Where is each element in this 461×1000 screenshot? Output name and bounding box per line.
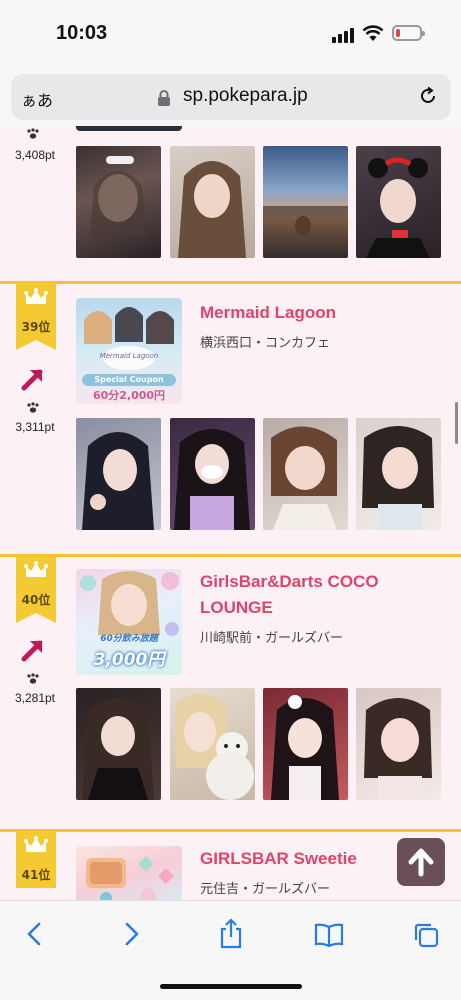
battery-icon	[392, 25, 425, 41]
rank-number: 39位	[21, 320, 51, 334]
list-item[interactable]: 39位 3,311pt Mermaid Lagoon Special Coupo…	[0, 284, 461, 554]
rank-badge: 39位	[16, 284, 56, 350]
list-item[interactable]: 40位 3,281pt 60分飲み放題 3,000円 GirlsBar&Dart…	[0, 557, 461, 827]
cast-photo[interactable]	[170, 146, 255, 258]
cast-photo[interactable]	[76, 418, 161, 530]
shop-area: 元住吉・ガールズバー	[200, 882, 331, 897]
lock-icon	[158, 90, 170, 106]
rank-number: 40位	[21, 593, 51, 607]
list-item[interactable]: 41位 GIRLSBAR Sweetie 元住吉・ガールズバー	[0, 832, 461, 900]
cast-photo[interactable]	[356, 418, 441, 530]
reader-settings-button[interactable]: ぁあ	[21, 87, 53, 111]
bookmarks-icon[interactable]	[314, 923, 344, 947]
shop-name-link[interactable]: GirlsBar&Darts COCO LOUNGE	[200, 569, 450, 621]
paw-icon	[26, 402, 40, 417]
forward-icon[interactable]	[122, 921, 142, 947]
banner-offer: 60分飲み放題	[100, 634, 158, 644]
cast-photo[interactable]	[76, 688, 161, 800]
paw-icon	[26, 128, 40, 143]
share-icon[interactable]	[218, 917, 244, 949]
browser-address-area: ぁあ sp.pokepara.jp	[0, 70, 461, 126]
cast-photo[interactable]	[76, 146, 161, 258]
shop-banner[interactable]	[76, 846, 182, 900]
rank-badge: 41位	[16, 832, 56, 888]
cast-photo[interactable]	[170, 688, 255, 800]
banner-price: 3,000円	[93, 650, 165, 670]
cast-photo[interactable]	[170, 418, 255, 530]
cellular-signal-icon	[332, 28, 354, 43]
home-indicator	[160, 984, 302, 989]
arrow-up-icon	[408, 848, 434, 877]
points-label: 3,311pt	[15, 420, 55, 434]
rank-badge: 40位	[16, 557, 56, 623]
banner-title: Mermaid Lagoon	[99, 352, 159, 360]
back-to-top-button[interactable]	[397, 838, 445, 886]
reload-icon[interactable]	[417, 85, 439, 107]
paw-icon	[26, 673, 40, 688]
status-bar: 10:03	[0, 0, 461, 70]
shop-banner[interactable]: Mermaid Lagoon Special Coupon 60分2,000円	[76, 298, 182, 404]
tabs-icon[interactable]	[412, 921, 440, 949]
rank-number: 41位	[21, 868, 51, 882]
cast-photo[interactable]	[263, 418, 348, 530]
shop-area: 川崎駅前・ガールズバー	[200, 631, 344, 646]
list-item[interactable]: 3,408pt	[0, 126, 461, 276]
ranking-list: 3,408pt 39位 3,311pt Mermaid Lagoon Speci…	[0, 126, 461, 900]
url-text[interactable]: sp.pokepara.jp	[183, 85, 308, 107]
banner-price: 60分2,000円	[92, 389, 166, 402]
banner-image[interactable]	[76, 126, 182, 131]
crown-icon	[24, 288, 48, 304]
crown-icon	[24, 836, 48, 852]
shop-name-link[interactable]: Mermaid Lagoon	[200, 300, 450, 326]
trend-up-icon	[21, 640, 43, 662]
trend-up-icon	[21, 369, 43, 391]
address-bar[interactable]: ぁあ sp.pokepara.jp	[11, 74, 451, 120]
cast-photo[interactable]	[263, 688, 348, 800]
shop-area: 横浜西口・コンカフェ	[200, 336, 331, 351]
scroll-indicator[interactable]	[455, 402, 458, 444]
status-time: 10:03	[56, 22, 108, 44]
points-label: 3,281pt	[14, 691, 56, 705]
cast-photo[interactable]	[356, 146, 441, 258]
wifi-icon	[362, 25, 384, 41]
shop-banner[interactable]: 60分飲み放題 3,000円	[76, 569, 182, 675]
banner-coupon: Special Coupon	[94, 375, 164, 384]
crown-icon	[24, 561, 48, 577]
points-label: 3,408pt	[14, 148, 56, 162]
cast-photo[interactable]	[356, 688, 441, 800]
back-icon[interactable]	[24, 921, 44, 947]
cast-photo[interactable]	[263, 146, 348, 258]
